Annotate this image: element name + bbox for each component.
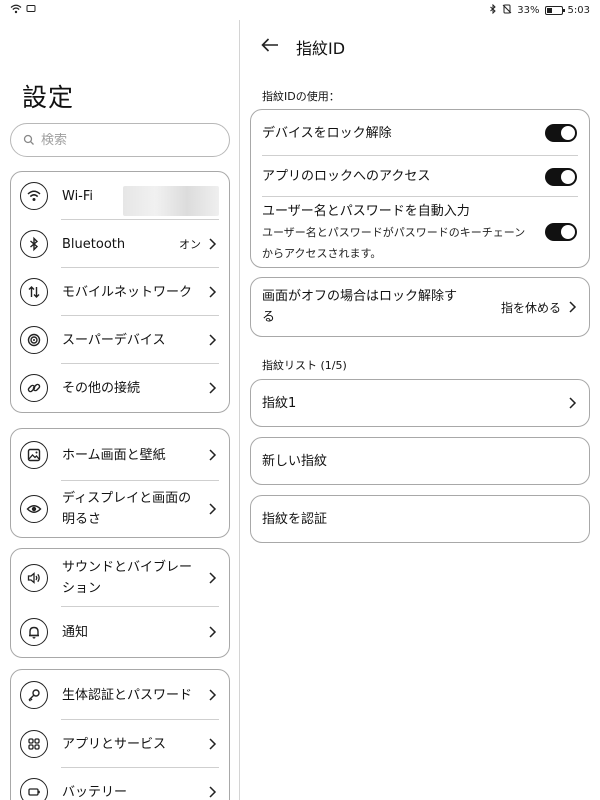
settings-item-label: サウンドとバイブレー ション <box>62 560 193 596</box>
chevron-right-icon <box>209 238 217 250</box>
chevron-right-icon <box>209 449 217 461</box>
chevron-right-icon <box>209 738 217 750</box>
new-fingerprint-button[interactable]: 新しい指紋 <box>251 438 589 484</box>
page-title: 指紋ID <box>296 39 346 58</box>
settings-item-bluetooth[interactable]: Bluetooth オン <box>11 220 229 268</box>
new-fingerprint-label: 新しい指紋 <box>262 453 328 469</box>
search-bar[interactable] <box>10 123 230 157</box>
pane-divider <box>239 20 240 800</box>
chevron-right-icon <box>209 689 217 701</box>
settings-item-more-connections[interactable]: その他の接続 <box>11 364 229 412</box>
screen-status-icon <box>26 4 36 17</box>
chevron-right-icon <box>209 626 217 638</box>
autofill-credentials-row[interactable]: ユーザー名とパスワードを自動入力 ユーザー名とパスワードがパスワードのキーチェー… <box>251 197 589 267</box>
chevron-right-icon <box>209 334 217 346</box>
unlock-device-toggle[interactable] <box>545 124 577 142</box>
settings-item-label: バッテリー <box>62 784 128 800</box>
chevron-right-icon <box>209 286 217 298</box>
battery-status-icon <box>544 6 565 15</box>
link-icon <box>20 374 48 402</box>
eye-icon <box>20 495 48 523</box>
clock: 5:03 <box>567 5 590 16</box>
app-lock-access-toggle[interactable] <box>545 167 577 186</box>
search-input[interactable] <box>41 132 211 148</box>
chevron-right-icon <box>209 572 217 584</box>
search-icon <box>23 131 35 150</box>
settings-item-label: 通知 <box>62 624 89 640</box>
autofill-credentials-text: ユーザー名とパスワードを自動入力 ユーザー名とパスワードがパスワードのキーチェー… <box>262 201 545 264</box>
unlock-device-row[interactable]: デバイスをロック解除 <box>251 110 589 156</box>
fingerprint-item-label: 指紋1 <box>262 395 297 411</box>
settings-item-label: Bluetooth <box>62 236 126 252</box>
bluetooth-status-icon <box>489 3 497 17</box>
unlock-device-label: デバイスをロック解除 <box>262 125 392 141</box>
autofill-credentials-label: ユーザー名とパスワードを自動入力 <box>262 203 470 219</box>
bluetooth-icon <box>20 230 48 258</box>
super-device-icon <box>20 326 48 354</box>
back-button[interactable] <box>258 34 282 56</box>
screen-off-unlock-value: 指を休める <box>500 300 561 315</box>
verify-fingerprint-label: 指紋を認証 <box>262 511 328 527</box>
screen-off-unlock-row[interactable]: 画面がオフの場合はロック解除する 指を休める <box>251 278 589 336</box>
fingerprint-list-group: 指紋1 <box>250 379 590 427</box>
verify-fingerprint-group: 指紋を認証 <box>250 495 590 543</box>
battery-level-fill <box>546 8 552 13</box>
speaker-icon <box>20 564 48 592</box>
chevron-right-icon <box>569 397 577 409</box>
mobile-network-icon <box>20 278 48 306</box>
silent-status-icon <box>502 4 512 17</box>
screen-off-unlock-label: 画面がオフの場合はロック解除する <box>262 289 458 325</box>
display-group: ホーム画面と壁紙 ディスプレイと画面の 明るさ <box>10 428 230 538</box>
settings-item-biometrics-password[interactable]: 生体認証とパスワード <box>11 670 229 720</box>
chevron-right-icon <box>209 786 217 798</box>
verify-fingerprint-button[interactable]: 指紋を認証 <box>251 496 589 542</box>
settings-item-label: スーパーデバイス <box>62 332 166 348</box>
wifi-network-name-redacted <box>123 186 219 216</box>
app-lock-access-label: アプリのロックへのアクセス <box>262 169 431 184</box>
status-bar: 33% 5:03 <box>0 0 600 20</box>
back-arrow-icon <box>261 38 278 52</box>
settings-item-label: その他の接続 <box>62 380 141 396</box>
settings-title: 設定 <box>22 83 75 112</box>
autofill-credentials-toggle[interactable] <box>545 223 577 241</box>
settings-item-mobile-network[interactable]: モバイルネットワーク <box>11 268 229 316</box>
wifi-icon <box>20 182 48 210</box>
settings-item-home-wallpaper[interactable]: ホーム画面と壁紙 <box>11 429 229 481</box>
usage-group: デバイスをロック解除 アプリのロックへのアクセス ユーザー名とパスワードを自動入… <box>250 109 590 268</box>
settings-item-battery[interactable]: バッテリー <box>11 768 229 800</box>
key-icon <box>20 681 48 709</box>
chevron-right-icon <box>209 503 217 515</box>
battery-percent: 33% <box>517 5 540 16</box>
settings-item-sound-vibration[interactable]: サウンドとバイブレー ション <box>11 549 229 607</box>
chevron-right-icon <box>569 301 577 313</box>
security-apps-group: 生体認証とパスワード アプリとサービス バッテリー <box>10 669 230 800</box>
settings-item-label: 生体認証とパスワード <box>62 687 193 703</box>
wallpaper-icon <box>20 441 48 469</box>
fingerprint-list-section-label: 指紋リスト (1/5) <box>262 359 347 372</box>
bell-icon <box>20 618 48 646</box>
fingerprint-item[interactable]: 指紋1 <box>251 380 589 426</box>
settings-item-apps-services[interactable]: アプリとサービス <box>11 720 229 768</box>
wifi-status-icon <box>10 4 22 17</box>
settings-item-label: アプリとサービス <box>62 736 167 752</box>
sound-notification-group: サウンドとバイブレー ション 通知 <box>10 548 230 658</box>
chevron-right-icon <box>209 382 217 394</box>
settings-item-notifications[interactable]: 通知 <box>11 607 229 657</box>
usage-section-label: 指紋IDの使用： <box>262 90 340 103</box>
autofill-credentials-sublabel: ユーザー名とパスワードがパスワードのキーチェーン からアクセスされます。 <box>262 225 526 260</box>
apps-grid-icon <box>20 730 48 758</box>
screen-off-group: 画面がオフの場合はロック解除する 指を休める <box>250 277 590 337</box>
bluetooth-status-value: オン <box>179 238 201 251</box>
settings-item-display-brightness[interactable]: ディスプレイと画面の 明るさ <box>11 481 229 537</box>
settings-item-label: ホーム画面と壁紙 <box>62 447 166 463</box>
settings-item-wifi[interactable]: Wi-Fi <box>11 172 229 220</box>
new-fingerprint-group: 新しい指紋 <box>250 437 590 485</box>
app-lock-access-row[interactable]: アプリのロックへのアクセス <box>251 156 589 197</box>
battery-icon <box>20 778 48 800</box>
settings-item-label: モバイルネットワーク <box>62 284 193 300</box>
settings-item-label: ディスプレイと画面の 明るさ <box>62 491 192 527</box>
connections-group: Wi-Fi Bluetooth オン モバイルネットワーク スーパーデバイス そ… <box>10 171 230 413</box>
settings-item-super-device[interactable]: スーパーデバイス <box>11 316 229 364</box>
